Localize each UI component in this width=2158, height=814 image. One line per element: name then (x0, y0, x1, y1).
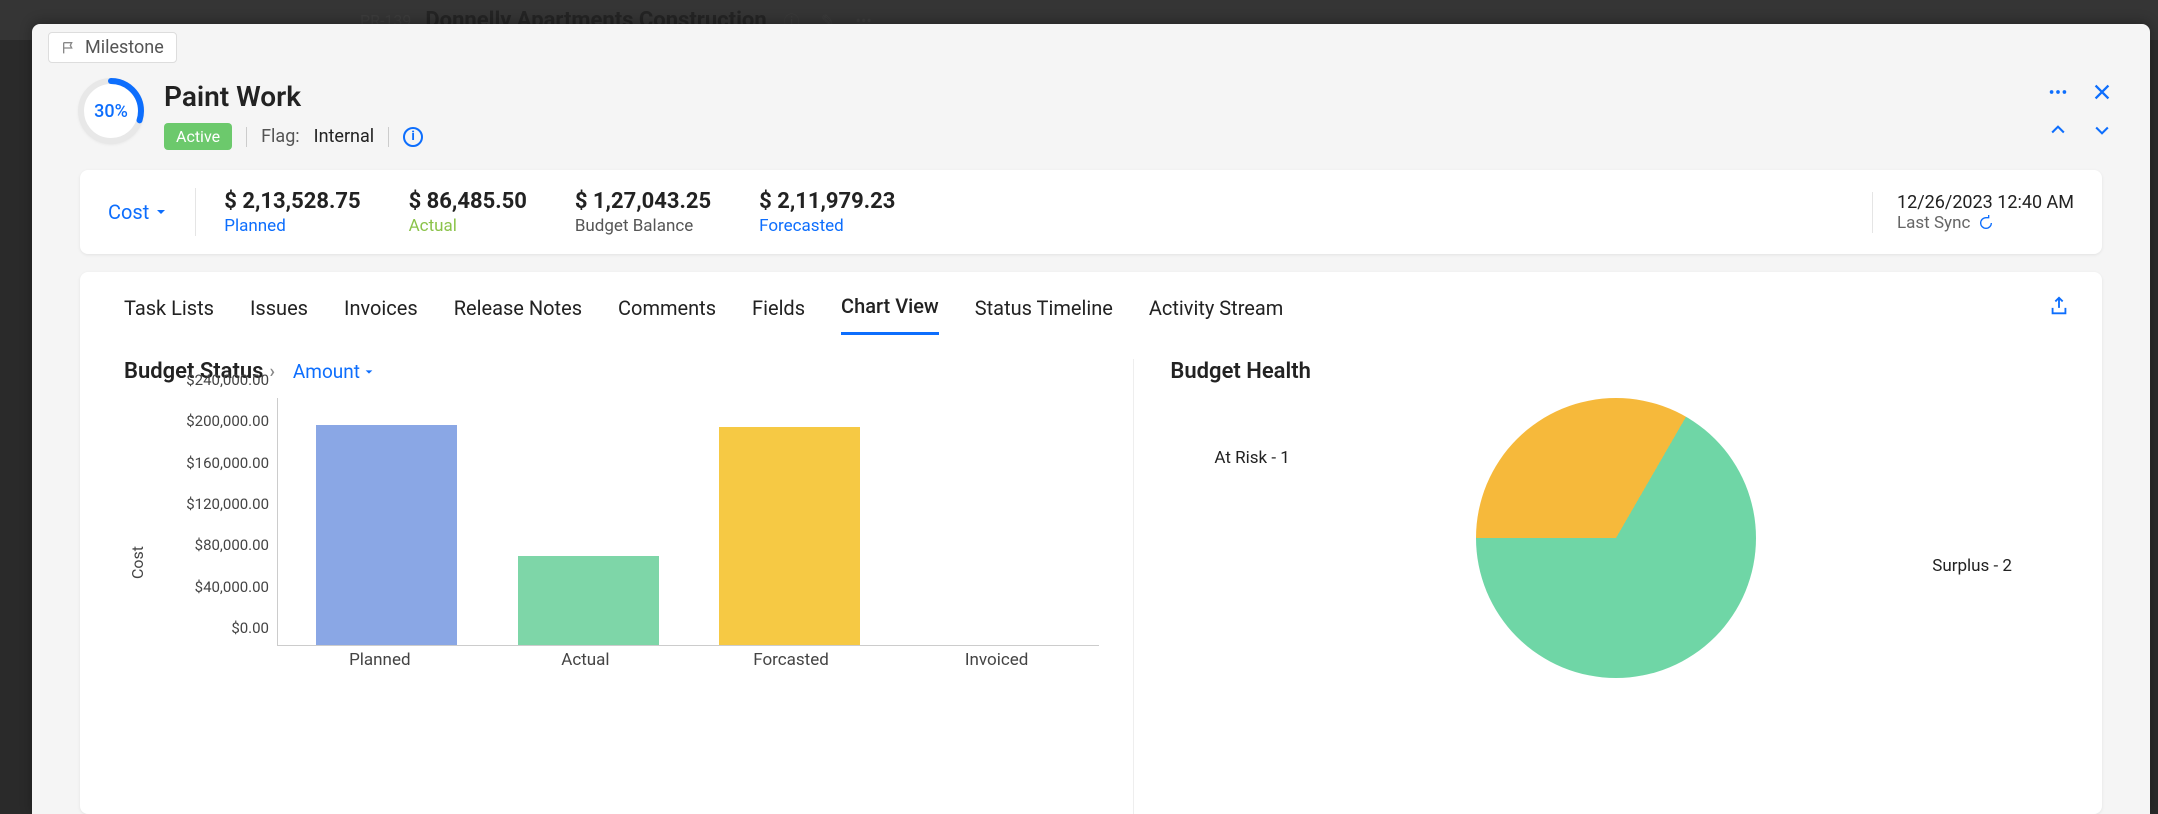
tab-comments[interactable]: Comments (618, 296, 716, 334)
cost-balance: $ 1,27,043.25 Budget Balance (575, 189, 711, 236)
status-badge: Active (164, 123, 232, 150)
pie-label-surplus: Surplus - 2 (1932, 556, 2012, 576)
tab-status-timeline[interactable]: Status Timeline (975, 296, 1113, 334)
close-button[interactable] (2090, 80, 2114, 104)
tab-activity-stream[interactable]: Activity Stream (1149, 296, 1283, 334)
chevron-right-icon: › (269, 361, 274, 382)
pie-chart (1476, 398, 1756, 678)
x-tick: Actual (483, 650, 689, 678)
bar-planned (316, 425, 457, 645)
tab-release-notes[interactable]: Release Notes (454, 296, 582, 334)
progress-circle: 30% (80, 80, 142, 142)
more-actions-button[interactable] (2046, 80, 2070, 104)
cost-actual-value: $ 86,485.50 (409, 189, 527, 214)
milestone-tag-label: Milestone (85, 37, 164, 58)
cost-planned-value: $ 2,13,528.75 (224, 189, 360, 214)
prev-milestone-button[interactable] (2046, 118, 2070, 142)
next-milestone-button[interactable] (2090, 118, 2114, 142)
x-tick: Planned (277, 650, 483, 678)
detail-header: 30% Paint Work Active Flag: Internal i (32, 24, 2150, 170)
y-tick: $160,000.00 (186, 454, 269, 472)
cost-planned-label[interactable]: Planned (224, 216, 360, 236)
flag-label: Flag: (261, 126, 300, 147)
cost-balance-label: Budget Balance (575, 216, 711, 236)
cost-forecasted: $ 2,11,979.23 Forecasted (759, 189, 895, 236)
tab-invoices[interactable]: Invoices (344, 296, 418, 334)
tab-task-lists[interactable]: Task Lists (124, 296, 214, 334)
refresh-icon[interactable] (1978, 215, 1994, 231)
flag-value: Internal (314, 126, 374, 147)
x-tick: Invoiced (894, 650, 1100, 678)
x-tick: Forcasted (688, 650, 894, 678)
pie-label-at-risk: At Risk - 1 (1214, 448, 1289, 468)
y-tick: $240,000.00 (186, 371, 269, 389)
divider (246, 127, 247, 147)
milestone-tag[interactable]: Milestone (48, 32, 177, 63)
cost-dropdown[interactable]: Cost (108, 200, 195, 224)
bar-actual (518, 556, 659, 645)
budget-health-title: Budget Health (1170, 359, 1310, 384)
bar-forcasted (719, 427, 860, 645)
chevron-down-icon (364, 367, 374, 377)
amount-dropdown[interactable]: Amount (293, 360, 374, 383)
cost-actual-label: Actual (409, 216, 527, 236)
y-tick: $40,000.00 (195, 578, 269, 596)
last-sync-block: 12/26/2023 12:40 AM Last Sync (1872, 192, 2074, 233)
cost-planned: $ 2,13,528.75 Planned (224, 189, 360, 236)
tab-bar: Task Lists Issues Invoices Release Notes Com… (80, 272, 2102, 335)
chart-panel: Task Lists Issues Invoices Release Notes Com… (80, 272, 2102, 814)
milestone-title: Paint Work (164, 80, 2024, 113)
cost-actual: $ 86,485.50 Actual (409, 189, 527, 236)
milestone-detail-modal: Milestone 30% Paint Work Active Flag: In… (32, 24, 2150, 814)
last-sync-time: 12/26/2023 12:40 AM (1897, 192, 2074, 213)
tab-fields[interactable]: Fields (752, 296, 805, 334)
cost-summary-bar: Cost $ 2,13,528.75 Planned $ 86,485.50 A… (80, 170, 2102, 254)
cost-balance-value: $ 1,27,043.25 (575, 189, 711, 214)
info-icon[interactable]: i (403, 127, 423, 147)
export-icon[interactable] (2048, 295, 2070, 335)
chevron-down-icon (155, 206, 167, 218)
amount-dropdown-label: Amount (293, 360, 360, 383)
y-axis-label: Cost (124, 398, 147, 678)
divider (195, 188, 196, 236)
budget-status-chart: Budget Status › Amount Cost $0.00$40,000… (124, 359, 1134, 814)
budget-health-chart: Budget Health At Risk - 1 Surplus - 2 (1146, 359, 2062, 814)
y-tick: $0.00 (231, 619, 269, 637)
cost-forecasted-label[interactable]: Forecasted (759, 216, 895, 236)
divider (388, 127, 389, 147)
y-tick: $200,000.00 (186, 412, 269, 430)
tab-issues[interactable]: Issues (250, 296, 308, 334)
y-tick: $120,000.00 (186, 495, 269, 513)
last-sync-label: Last Sync (1897, 213, 1970, 233)
milestone-icon (61, 40, 77, 56)
cost-forecasted-value: $ 2,11,979.23 (759, 189, 895, 214)
y-tick: $80,000.00 (195, 536, 269, 554)
tab-chart-view[interactable]: Chart View (841, 294, 939, 335)
cost-dropdown-label: Cost (108, 200, 149, 224)
